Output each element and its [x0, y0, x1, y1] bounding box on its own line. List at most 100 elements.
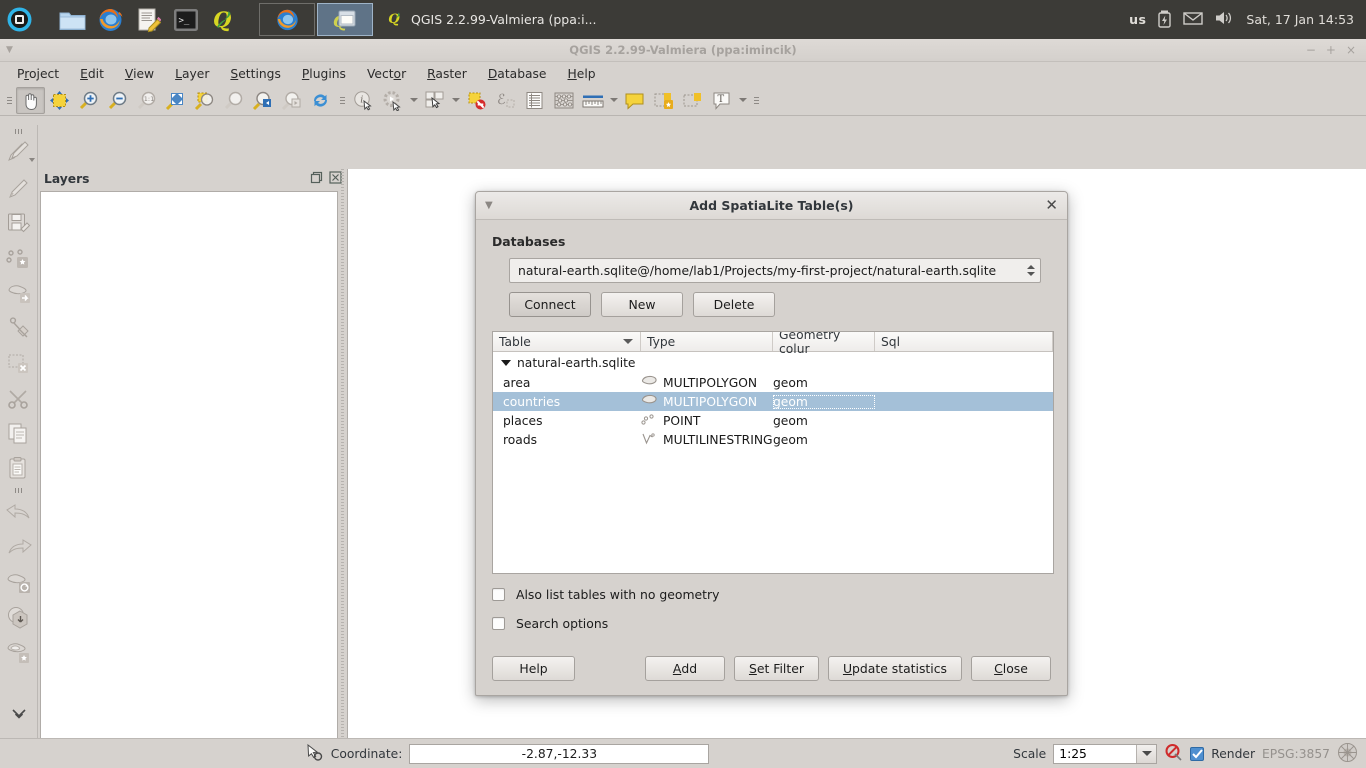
close-icon[interactable]: ✕	[1045, 198, 1058, 213]
digitizing-toolbar-handle[interactable]	[8, 127, 30, 136]
expand-triangle-icon[interactable]	[501, 359, 511, 366]
redo-tool[interactable]	[2, 530, 36, 565]
update-statistics-button[interactable]: Update statistics	[827, 656, 962, 681]
battery-icon[interactable]	[1158, 9, 1172, 31]
map-tips-tool[interactable]	[620, 87, 649, 114]
connect-button[interactable]: Connect	[509, 292, 591, 317]
panel-resize-grip[interactable]	[339, 169, 346, 768]
crs-status-icon[interactable]	[1337, 742, 1358, 766]
column-header-type[interactable]: Type	[641, 332, 773, 351]
keyboard-layout-indicator[interactable]: us	[1129, 12, 1146, 27]
pan-to-selection-tool[interactable]	[45, 87, 74, 114]
menu-view[interactable]: View	[116, 64, 163, 84]
cut-features-tool[interactable]	[2, 381, 36, 416]
current-edits-tool[interactable]	[2, 136, 36, 171]
search-options-checkbox[interactable]	[492, 617, 505, 630]
toolbar-drag-handle-2[interactable]	[338, 89, 346, 111]
table-row[interactable]: roads MULTILINESTRING geom	[493, 430, 1053, 449]
menu-raster[interactable]: Raster	[418, 64, 476, 84]
add-button[interactable]: Add	[644, 656, 725, 681]
pan-map-tool[interactable]	[16, 86, 45, 114]
menu-project[interactable]: Project	[8, 64, 68, 84]
zoom-out-tool[interactable]	[103, 87, 132, 114]
close-button[interactable]: Close	[971, 656, 1051, 681]
column-header-geometry-column[interactable]: Geometry colur	[773, 332, 875, 356]
new-bookmark-tool[interactable]	[649, 87, 678, 114]
menu-vector[interactable]: Vector	[358, 64, 415, 84]
coordinate-capture-icon[interactable]	[305, 743, 324, 765]
files-folder-icon[interactable]	[53, 0, 91, 39]
stop-render-icon[interactable]	[1164, 743, 1183, 765]
active-window-title[interactable]: Q QGIS 2.2.99-Valmiera (ppa:i...	[387, 10, 596, 30]
text-editor-icon[interactable]	[129, 0, 167, 39]
text-annotation-tool[interactable]: T	[707, 87, 736, 114]
chevron-down-icon-2[interactable]	[449, 87, 462, 114]
zoom-to-layer-tool[interactable]	[219, 87, 248, 114]
list-no-geometry-checkbox[interactable]	[492, 588, 505, 601]
refresh-tool[interactable]	[306, 87, 335, 114]
identify-features-tool[interactable]: i	[349, 87, 378, 114]
paste-features-tool[interactable]	[2, 451, 36, 486]
more-tools-chevron[interactable]	[2, 697, 36, 732]
zoom-full-tool[interactable]	[161, 87, 190, 114]
zoom-native-resolution-tool[interactable]: 1:1	[132, 87, 161, 114]
menu-settings[interactable]: Settings	[221, 64, 289, 84]
undock-icon[interactable]	[310, 171, 323, 187]
table-row[interactable]: places POINT geom	[493, 411, 1053, 430]
move-feature-tool[interactable]	[2, 276, 36, 311]
firefox-icon[interactable]	[91, 0, 129, 39]
select-features-tool[interactable]	[420, 87, 449, 114]
tables-list[interactable]: Table Type Geometry colur Sql natural-ea…	[492, 331, 1054, 574]
rotate-feature-tool[interactable]	[2, 565, 36, 600]
tables-group-row[interactable]: natural-earth.sqlite	[493, 352, 1053, 373]
expression-select-tool[interactable]: ℰ	[491, 87, 520, 114]
set-filter-button[interactable]: Set Filter	[733, 656, 819, 681]
simplify-feature-tool[interactable]	[2, 600, 36, 635]
show-bookmarks-tool[interactable]	[678, 87, 707, 114]
menu-edit[interactable]: Edit	[71, 64, 113, 84]
qgis-icon[interactable]: Q	[205, 0, 243, 39]
terminal-icon[interactable]: >_	[167, 0, 205, 39]
add-feature-tool[interactable]	[2, 241, 36, 276]
new-button[interactable]: New	[601, 292, 683, 317]
chevron-down-icon[interactable]	[28, 158, 35, 162]
volume-icon[interactable]	[1215, 10, 1234, 29]
deselect-features-tool[interactable]	[462, 87, 491, 114]
save-layer-edits-tool[interactable]	[2, 206, 36, 241]
column-header-sql[interactable]: Sql	[875, 332, 1053, 351]
open-attribute-table-tool[interactable]	[520, 87, 549, 114]
undo-tool[interactable]	[2, 495, 36, 530]
toolbar-drag-handle[interactable]	[5, 89, 13, 111]
table-row[interactable]: countries MULTIPOLYGON geom	[493, 392, 1053, 411]
measure-line-tool[interactable]	[578, 87, 607, 114]
table-row[interactable]: area MULTIPOLYGON geom	[493, 373, 1053, 392]
crs-label[interactable]: EPSG:3857	[1262, 747, 1330, 761]
activities-icon[interactable]	[0, 0, 39, 39]
coordinate-input[interactable]: -2.87,-12.33	[409, 743, 710, 764]
run-feature-action-tool[interactable]	[378, 87, 407, 114]
layers-list[interactable]	[40, 191, 338, 768]
mail-icon[interactable]	[1183, 11, 1204, 29]
toolbar-overflow-handle[interactable]	[752, 89, 760, 111]
clock[interactable]: Sat, 17 Jan 14:53	[1246, 12, 1354, 27]
task-window[interactable]: Q	[317, 3, 373, 36]
spinner-icon[interactable]	[1022, 260, 1039, 281]
node-tool[interactable]	[2, 311, 36, 346]
menu-plugins[interactable]: Plugins	[293, 64, 355, 84]
toggle-editing-tool[interactable]	[2, 171, 36, 206]
render-checkbox[interactable]	[1190, 746, 1205, 761]
zoom-next-tool[interactable]	[277, 87, 306, 114]
chevron-down-icon-3[interactable]	[607, 87, 620, 114]
column-header-table[interactable]: Table	[493, 332, 641, 351]
menu-help[interactable]: Help	[559, 64, 605, 84]
group-node[interactable]: natural-earth.sqlite	[493, 356, 636, 370]
minimize-button[interactable]: −	[1306, 43, 1316, 57]
chevron-down-icon[interactable]	[1136, 744, 1157, 763]
zoom-in-tool[interactable]	[74, 87, 103, 114]
zoom-last-tool[interactable]	[248, 87, 277, 114]
add-ring-tool[interactable]	[2, 635, 36, 670]
field-calculator-tool[interactable]	[549, 87, 578, 114]
chevron-down-icon[interactable]	[407, 87, 420, 114]
zoom-to-selection-tool[interactable]	[190, 87, 219, 114]
maximize-button[interactable]: +	[1326, 43, 1336, 57]
